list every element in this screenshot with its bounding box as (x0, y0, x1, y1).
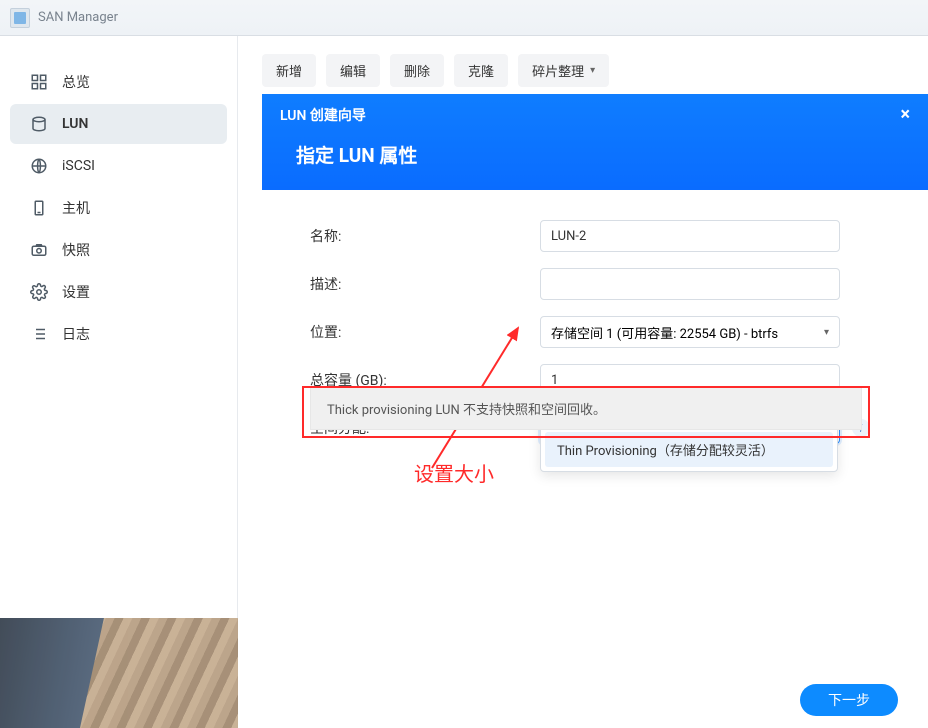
label-desc: 描述: (310, 274, 540, 294)
sidebar-item-label: 设置 (62, 282, 90, 302)
lun-create-wizard: LUN 创建向导 × 指定 LUN 属性 名称: 描述: 位置: 存储空间 (262, 94, 928, 728)
background-photo (0, 618, 238, 728)
caret-down-icon: ▾ (590, 65, 595, 76)
button-label: 下一步 (828, 693, 870, 709)
select-location-value: 存储空间 1 (可用容量: 22554 GB) - btrfs (551, 323, 778, 342)
toolbar-delete-button[interactable]: 删除 (390, 54, 444, 87)
wizard-body: 名称: 描述: 位置: 存储空间 1 (可用容量: 22554 GB) - bt… (262, 190, 928, 490)
select-location[interactable]: 存储空间 1 (可用容量: 22554 GB) - btrfs ▾ (540, 316, 840, 348)
toolbar-edit-button[interactable]: 编辑 (326, 54, 380, 87)
next-button[interactable]: 下一步 (800, 684, 898, 716)
main-layout: 总览 LUN iSCSI 主机 快照 (0, 36, 928, 728)
wizard-header: LUN 创建向导 × 指定 LUN 属性 (262, 94, 928, 190)
log-icon (30, 325, 48, 343)
form-row-location: 位置: 存储空间 1 (可用容量: 22554 GB) - btrfs ▾ (310, 316, 880, 348)
settings-icon (30, 283, 48, 301)
sidebar-item-label: LUN (62, 116, 88, 132)
sidebar-item-label: iSCSI (62, 158, 95, 174)
notice-text: Thick provisioning LUN 不支持快照和空间回收。 (327, 403, 606, 418)
sidebar-item-log[interactable]: 日志 (10, 314, 227, 354)
input-name[interactable] (540, 220, 840, 252)
sidebar-item-iscsi[interactable]: iSCSI (10, 146, 227, 186)
button-label: 删除 (404, 61, 430, 80)
sidebar-item-lun[interactable]: LUN (10, 104, 227, 144)
option-label: Thin Provisioning（存储分配较灵活） (557, 444, 774, 459)
input-desc[interactable] (540, 268, 840, 300)
app-logo-icon (10, 8, 30, 28)
form-row-desc: 描述: (310, 268, 880, 300)
label-location: 位置: (310, 322, 540, 342)
wizard-close-icon[interactable]: × (900, 104, 910, 125)
sidebar-item-label: 总览 (62, 72, 90, 92)
content-area: 新增 编辑 删除 克隆 碎片整理 ▾ LUN 创建向导 × 指定 LUN 属性 名… (238, 36, 928, 728)
toolbar-defrag-button[interactable]: 碎片整理 ▾ (518, 54, 609, 87)
wizard-breadcrumb: LUN 创建向导 (280, 105, 366, 125)
overview-icon (30, 73, 48, 91)
snapshot-icon (30, 241, 48, 259)
sidebar-item-settings[interactable]: 设置 (10, 272, 227, 312)
button-label: 碎片整理 (532, 61, 584, 80)
label-name: 名称: (310, 226, 540, 246)
caret-down-icon: ▾ (824, 327, 829, 338)
sidebar-item-overview[interactable]: 总览 (10, 62, 227, 102)
sidebar-item-label: 日志 (62, 324, 90, 344)
toolbar-clone-button[interactable]: 克隆 (454, 54, 508, 87)
toolbar-new-button[interactable]: 新增 (262, 54, 316, 87)
sidebar-item-host[interactable]: 主机 (10, 188, 227, 228)
wizard-title: 指定 LUN 属性 (262, 125, 928, 190)
annotation-text: 设置大小 (414, 458, 494, 487)
lun-icon (30, 115, 48, 133)
button-label: 新增 (276, 61, 302, 80)
form-row-name: 名称: (310, 220, 880, 252)
app-header: SAN Manager (0, 0, 928, 36)
button-label: 编辑 (340, 61, 366, 80)
dropdown-option-thin[interactable]: Thin Provisioning（存储分配较灵活） (545, 432, 833, 467)
sidebar-item-snapshot[interactable]: 快照 (10, 230, 227, 270)
host-icon (30, 199, 48, 217)
button-label: 克隆 (468, 61, 494, 80)
notice-bar: Thick provisioning LUN 不支持快照和空间回收。 (310, 387, 862, 430)
sidebar-item-label: 快照 (62, 240, 90, 260)
app-title: SAN Manager (38, 10, 118, 25)
sidebar-item-label: 主机 (62, 198, 90, 218)
iscsi-icon (30, 157, 48, 175)
